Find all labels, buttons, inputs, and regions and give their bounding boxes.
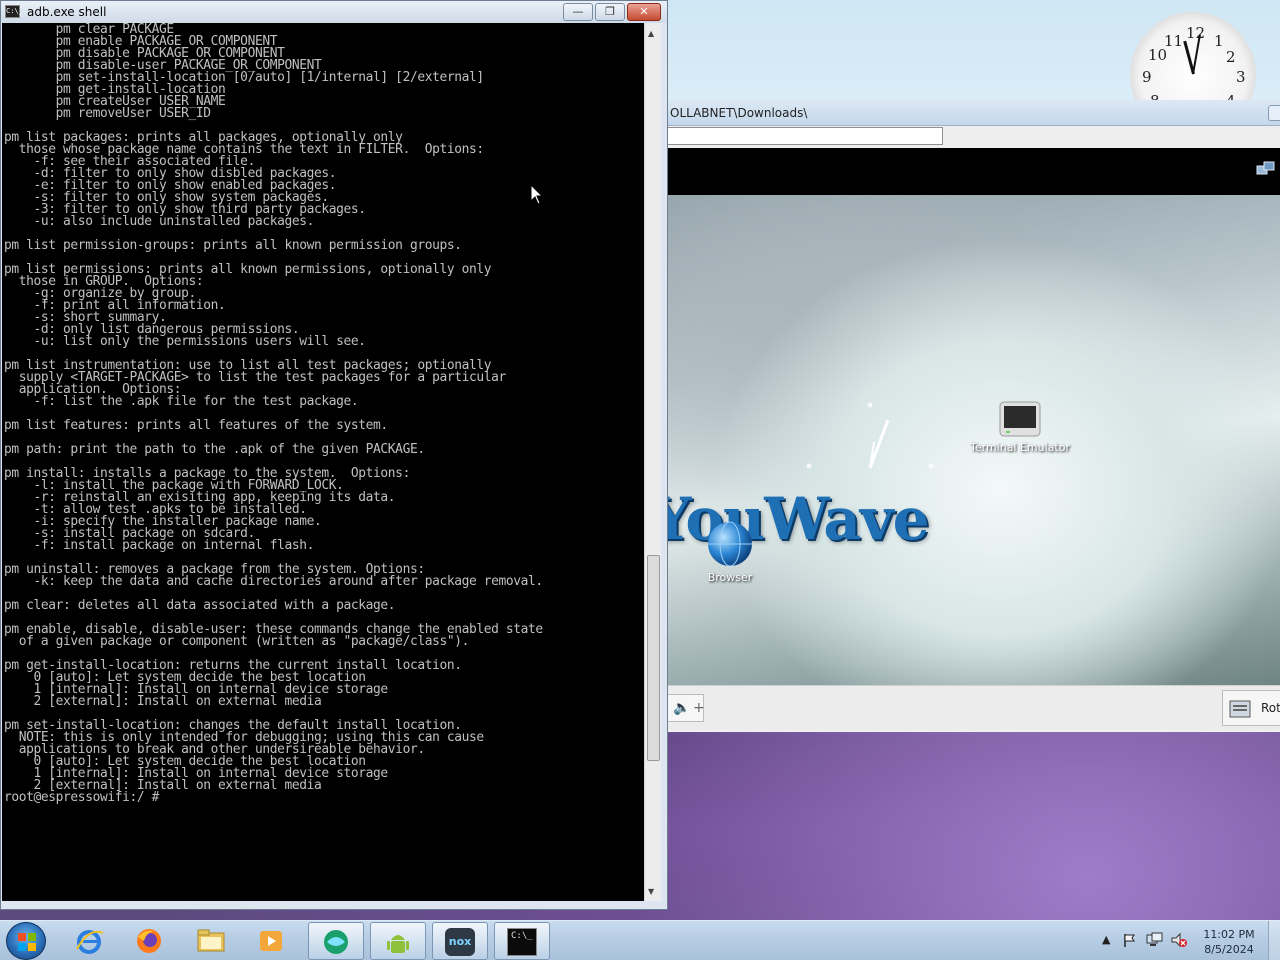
taskbar-internet-explorer[interactable] [62, 922, 118, 960]
speaker-icon: 🔈 [673, 700, 691, 716]
console-line: pm removeUser USER_ID [55, 106, 211, 121]
volume-button[interactable]: 🔈 + [666, 694, 705, 722]
folder-icon [197, 929, 225, 952]
window-title: adb.exe shell [27, 5, 107, 19]
adb-shell-window[interactable]: C:\_ adb.exe shell — ❐ ✕ pm clear PACKAG… [0, 0, 668, 910]
keyboard-icon [1229, 700, 1251, 718]
emulator-window[interactable]: OLLABNET\Downloads\ Terminal Emulator Yo… [640, 100, 1280, 732]
console-line: -k: keep the data and cache directories … [33, 574, 544, 589]
clock-number: 1 [1214, 32, 1224, 50]
volume-muted-icon[interactable] [1170, 932, 1188, 948]
maximize-button[interactable]: ❐ [595, 3, 625, 21]
console-line: pm clear: deletes all data associated wi… [4, 598, 396, 613]
emulator-title: OLLABNET\Downloads\ [670, 106, 808, 120]
ie-icon [76, 930, 104, 954]
rotate-button[interactable]: Rot [1222, 690, 1280, 726]
media-player-icon [260, 931, 282, 951]
app-label: Browser [707, 571, 753, 584]
network-icon[interactable] [1256, 160, 1276, 178]
clock-number: 2 [1226, 48, 1236, 66]
app-terminal-emulator[interactable]: Terminal Emulator [960, 400, 1080, 454]
app-label: Terminal Emulator [970, 441, 1070, 454]
firefox-icon [137, 929, 161, 953]
vertical-scrollbar[interactable]: ▲ ▼ [644, 23, 661, 901]
console-line: pm list permission-groups: prints all kn… [4, 238, 462, 253]
taskbar-clock[interactable]: 11:02 PM 8/5/2024 [1196, 927, 1262, 957]
emulator-address-row [640, 126, 1280, 148]
taskbar-command-prompt[interactable]: C:\_ [494, 922, 550, 960]
mouse-pointer-icon [530, 184, 544, 205]
clock-number: 9 [1142, 68, 1152, 86]
console-line: pm list features: prints all features of… [4, 418, 388, 433]
close-button[interactable]: ✕ [627, 3, 661, 21]
windows-logo-icon [18, 933, 36, 951]
terminal-icon [999, 401, 1041, 437]
scroll-thumb[interactable] [647, 555, 660, 761]
emulator-status-bar [640, 148, 1280, 195]
scroll-down-icon[interactable]: ▼ [648, 887, 654, 896]
start-button[interactable] [6, 922, 46, 960]
console-line: root@espressowifi:/ # [4, 790, 159, 805]
console-line: -f: list the .apk file for the test pack… [33, 394, 359, 409]
emulator-address-field[interactable] [660, 127, 943, 145]
cmd-window-icon: C:\_ [5, 5, 23, 18]
console-text: pm clear PACKAGE pm enable PACKAGE_OR_CO… [2, 23, 644, 804]
rotate-label: Rot [1261, 701, 1280, 715]
volume-plus-label: + [693, 700, 705, 716]
taskbar-file-explorer[interactable] [184, 922, 240, 960]
taskbar: nox C:\_ ▲ 11:02 PM 8/5/2024 [0, 920, 1280, 960]
console-line: -u: also include uninstalled packages. [33, 214, 315, 229]
globe-icon [708, 521, 752, 567]
show-hidden-icons-icon[interactable]: ▲ [1102, 933, 1110, 946]
clock-number: 3 [1236, 68, 1246, 86]
scroll-up-icon[interactable]: ▲ [648, 29, 654, 38]
console-output[interactable]: pm clear PACKAGE pm enable PACKAGE_OR_CO… [2, 23, 644, 901]
taskbar-time: 11:02 PM [1203, 928, 1255, 941]
console-line: -u: list only the permissions users will… [33, 334, 367, 349]
title-bar[interactable]: C:\_ adb.exe shell — ❐ ✕ [1, 1, 667, 23]
desktop-background: 12 1 2 3 4 8 9 10 11 OLLABNET\Downloads\ [0, 0, 1280, 920]
taskbar-date: 8/5/2024 [1204, 943, 1254, 956]
action-center-flag-icon[interactable] [1122, 932, 1138, 948]
network-tray-icon[interactable] [1146, 932, 1164, 948]
taskbar-nox[interactable]: nox [432, 922, 488, 960]
emulator-caption-button[interactable] [1268, 105, 1280, 121]
console-line: pm path: print the path to the .apk of t… [4, 442, 425, 457]
emulator-title-bar[interactable]: OLLABNET\Downloads\ [640, 100, 1280, 126]
console-line: 2 [external]: Install on external media [33, 694, 322, 709]
console-line: of a given package or component (written… [18, 634, 470, 649]
android-icon [387, 935, 409, 953]
android-home-screen[interactable]: Terminal Emulator YouWave Browser [660, 195, 1280, 685]
taskbar-firefox[interactable] [122, 922, 178, 960]
clock-number: 12 [1186, 24, 1206, 42]
clock-number: 11 [1164, 32, 1184, 50]
show-desktop-button[interactable] [1268, 921, 1280, 960]
nox-icon: nox [445, 928, 475, 956]
minimize-button[interactable]: — [563, 3, 593, 21]
taskbar-media-player[interactable] [244, 922, 300, 960]
console-line: -f: install package on internal flash. [33, 538, 315, 553]
app-browser[interactable]: Browser [700, 520, 760, 584]
taskbar-android[interactable] [370, 922, 426, 960]
taskbar-youwave[interactable] [308, 922, 364, 960]
cmd-icon: C:\_ [507, 928, 537, 956]
emulator-toolbar: 🔈 + Rot [660, 685, 1280, 730]
youwave-icon [324, 930, 348, 954]
